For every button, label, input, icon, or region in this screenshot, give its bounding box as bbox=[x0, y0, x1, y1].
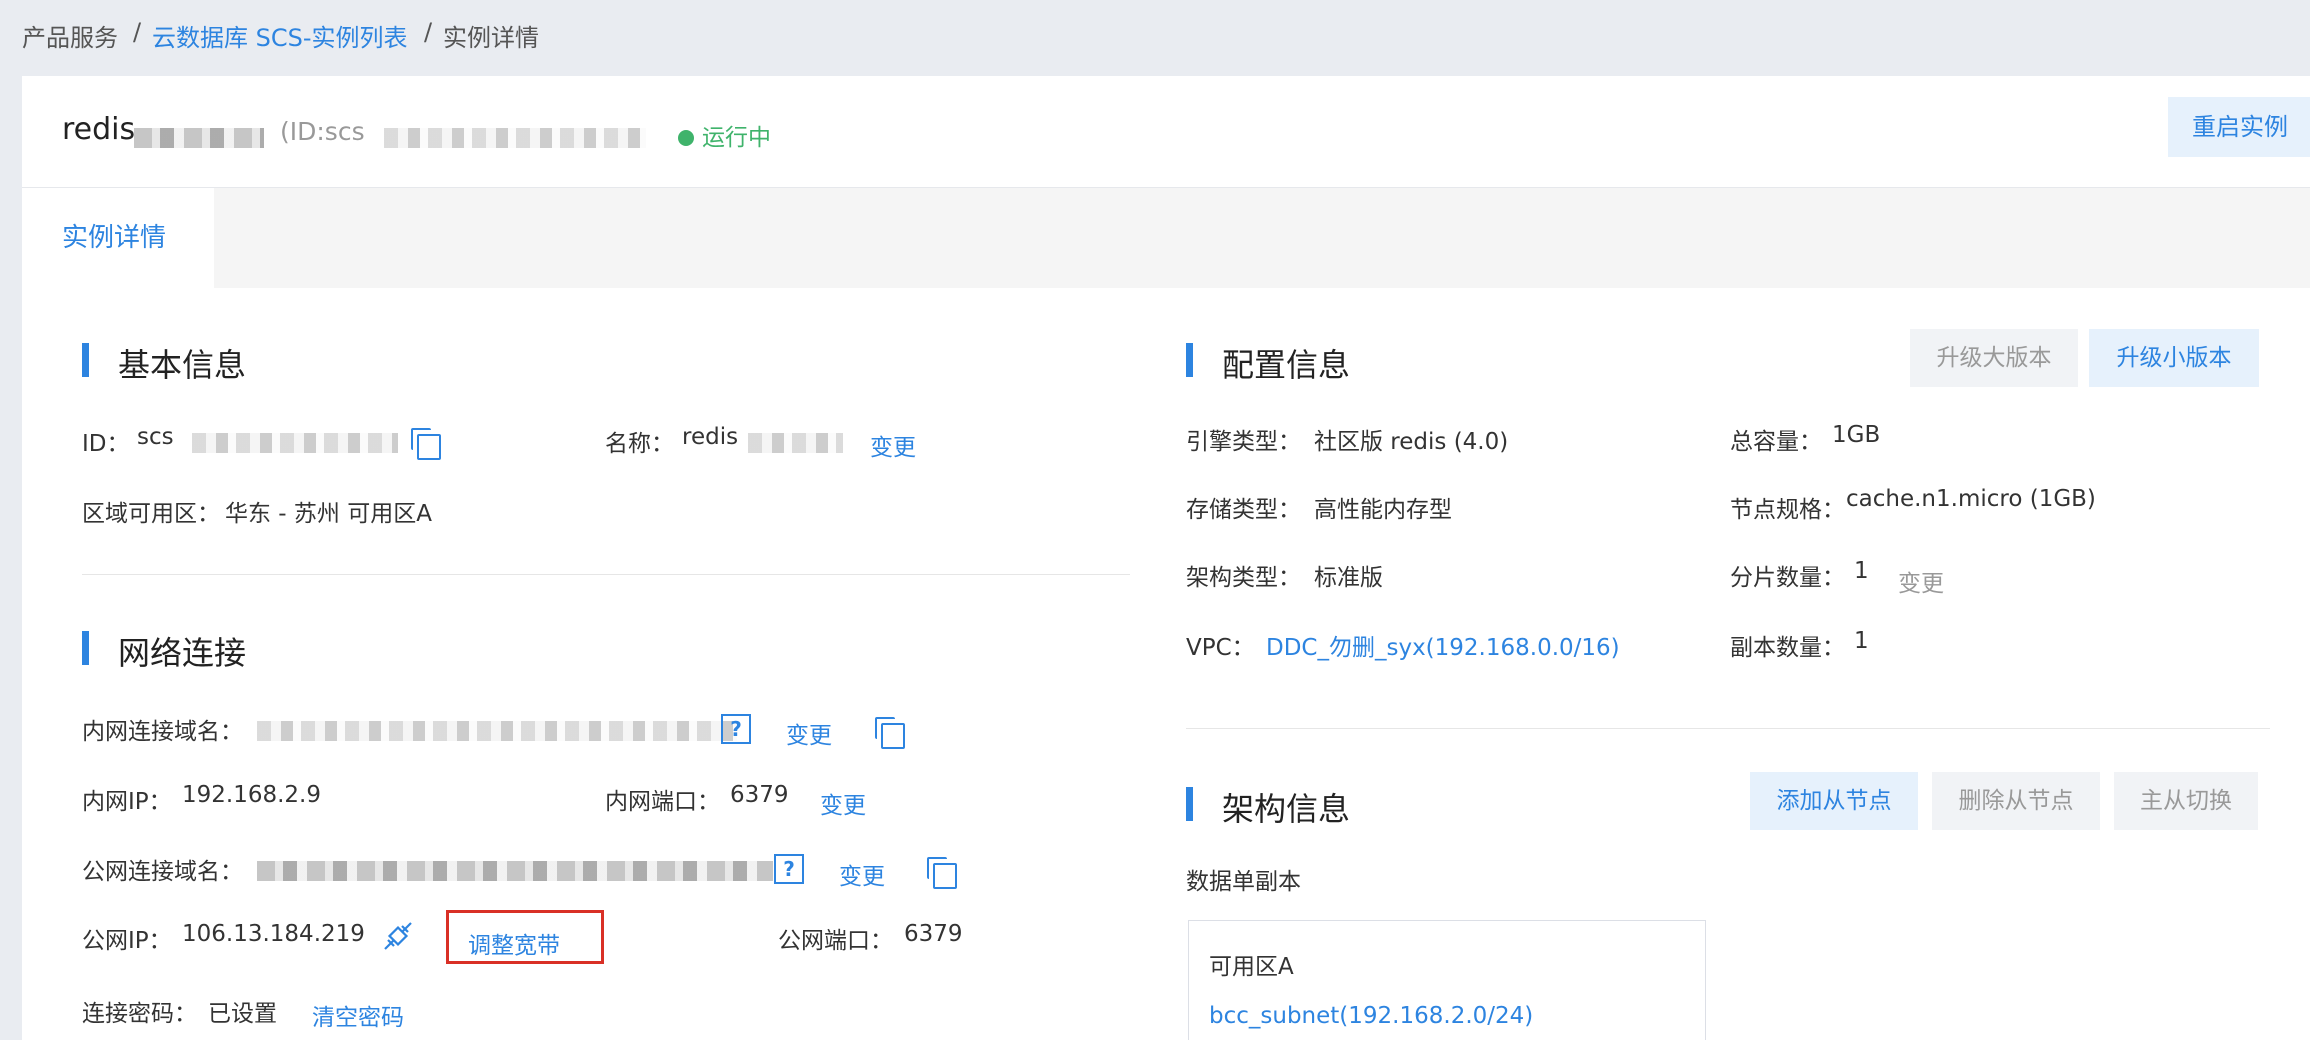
help-icon[interactable]: ? bbox=[774, 854, 804, 884]
subnet-link[interactable]: bcc_subnet(192.168.2.0/24) bbox=[1209, 1003, 1533, 1029]
shard-label: 分片数量： bbox=[1730, 565, 1845, 591]
copy-icon[interactable] bbox=[927, 857, 957, 889]
password-value: 已设置 bbox=[208, 1001, 277, 1027]
copy-icon[interactable] bbox=[411, 428, 441, 460]
instance-id: (ID:scs bbox=[280, 117, 365, 146]
internal-port-label: 内网端口： bbox=[605, 789, 720, 815]
copy-icon[interactable] bbox=[875, 717, 905, 749]
redacted-name-value bbox=[748, 433, 843, 453]
public-domain-change-link[interactable]: 变更 bbox=[839, 857, 885, 891]
engine-value: 社区版 redis (4.0) bbox=[1314, 429, 1509, 455]
status-text: 运行中 bbox=[702, 125, 771, 151]
tab-instance-detail[interactable]: 实例详情 bbox=[22, 188, 214, 288]
internal-ip-value: 192.168.2.9 bbox=[182, 782, 321, 808]
name-value: redis bbox=[682, 424, 739, 450]
instance-header: redis (ID:scs 运行中 重启实例 bbox=[22, 76, 2310, 188]
node-spec-value: cache.n1.micro (1GB) bbox=[1846, 486, 2096, 512]
public-port-label: 公网端口： bbox=[778, 928, 893, 954]
breadcrumb-separator: / bbox=[133, 18, 142, 46]
vpc-link[interactable]: DDC_勿删_syx(192.168.0.0/16) bbox=[1266, 628, 1620, 662]
adjust-bandwidth-link[interactable]: 调整宽带 bbox=[468, 926, 560, 960]
redacted-name bbox=[134, 128, 264, 148]
redacted-public-domain bbox=[257, 861, 773, 881]
tab-strip: 实例详情 bbox=[22, 188, 2310, 288]
id-label: ID： bbox=[82, 431, 130, 457]
section-marker bbox=[82, 343, 89, 377]
instance-name: redis bbox=[62, 112, 136, 147]
section-marker bbox=[1186, 787, 1193, 821]
section-marker bbox=[1186, 343, 1193, 377]
shard-change-link[interactable]: 变更 bbox=[1898, 564, 1944, 598]
replica-value: 1 bbox=[1854, 628, 1869, 654]
help-icon[interactable]: ? bbox=[721, 714, 751, 744]
internal-port-change-link[interactable]: 变更 bbox=[820, 786, 866, 820]
name-change-link[interactable]: 变更 bbox=[870, 428, 916, 462]
zone-box: 可用区A bcc_subnet(192.168.2.0/24) bbox=[1188, 920, 1706, 1040]
satellite-icon[interactable] bbox=[382, 920, 414, 952]
add-replica-button[interactable]: 添加从节点 bbox=[1750, 772, 1918, 830]
storage-label: 存储类型： bbox=[1186, 497, 1301, 523]
shard-value: 1 bbox=[1854, 558, 1869, 584]
internal-domain-change-link[interactable]: 变更 bbox=[786, 716, 832, 750]
clear-password-link[interactable]: 清空密码 bbox=[312, 998, 404, 1032]
zone-name: 可用区A bbox=[1209, 954, 1294, 980]
network-title: 网络连接 bbox=[118, 634, 247, 672]
name-label: 名称： bbox=[605, 431, 674, 457]
upgrade-major-button[interactable]: 升级大版本 bbox=[1910, 329, 2078, 387]
delete-replica-button[interactable]: 删除从节点 bbox=[1932, 772, 2100, 830]
capacity-value: 1GB bbox=[1832, 422, 1881, 448]
public-ip-value: 106.13.184.219 bbox=[182, 921, 365, 947]
breadcrumb-item-products[interactable]: 产品服务 bbox=[22, 18, 118, 53]
section-marker bbox=[82, 631, 89, 665]
redacted-internal-domain bbox=[257, 721, 737, 741]
id-value: scs bbox=[137, 424, 174, 450]
breadcrumb-separator: / bbox=[424, 18, 433, 46]
breadcrumb-item-instance-list[interactable]: 云数据库 SCS-实例列表 bbox=[152, 18, 408, 53]
internal-port-value: 6379 bbox=[730, 782, 789, 808]
replica-label: 副本数量： bbox=[1730, 635, 1845, 661]
zone-value: 华东 - 苏州 可用区A bbox=[225, 501, 432, 527]
basic-info-title: 基本信息 bbox=[118, 346, 247, 384]
password-label: 连接密码： bbox=[82, 1001, 197, 1027]
switch-master-button[interactable]: 主从切换 bbox=[2114, 772, 2258, 830]
public-ip-label: 公网IP： bbox=[82, 928, 172, 954]
storage-value: 高性能内存型 bbox=[1314, 497, 1452, 523]
config-title: 配置信息 bbox=[1222, 346, 1351, 384]
arch-value: 标准版 bbox=[1314, 565, 1383, 591]
divider bbox=[82, 574, 1130, 575]
node-spec-label: 节点规格： bbox=[1730, 497, 1845, 523]
breadcrumb-item-current: 实例详情 bbox=[443, 24, 539, 52]
internal-ip-label: 内网IP： bbox=[82, 789, 172, 815]
public-port-value: 6379 bbox=[904, 921, 963, 947]
instance-detail-card: redis (ID:scs 运行中 重启实例 实例详情 基本信息 ID： scs… bbox=[22, 76, 2310, 1040]
internal-domain-label: 内网连接域名： bbox=[82, 719, 243, 745]
capacity-label: 总容量： bbox=[1730, 429, 1822, 455]
redacted-id-value bbox=[192, 433, 398, 453]
upgrade-minor-button[interactable]: 升级小版本 bbox=[2089, 329, 2259, 387]
public-domain-label: 公网连接域名： bbox=[82, 859, 243, 885]
architecture-mode: 数据单副本 bbox=[1186, 869, 1301, 895]
arch-label: 架构类型： bbox=[1186, 565, 1301, 591]
engine-label: 引擎类型： bbox=[1186, 429, 1301, 455]
divider bbox=[1186, 728, 2270, 729]
redacted-id bbox=[384, 128, 646, 148]
status-badge: 运行中 bbox=[678, 118, 771, 152]
zone-label: 区域可用区： bbox=[82, 501, 220, 527]
vpc-label: VPC： bbox=[1186, 635, 1255, 661]
architecture-title: 架构信息 bbox=[1222, 790, 1351, 828]
restart-instance-button[interactable]: 重启实例 bbox=[2168, 97, 2310, 157]
status-dot-icon bbox=[678, 130, 694, 146]
